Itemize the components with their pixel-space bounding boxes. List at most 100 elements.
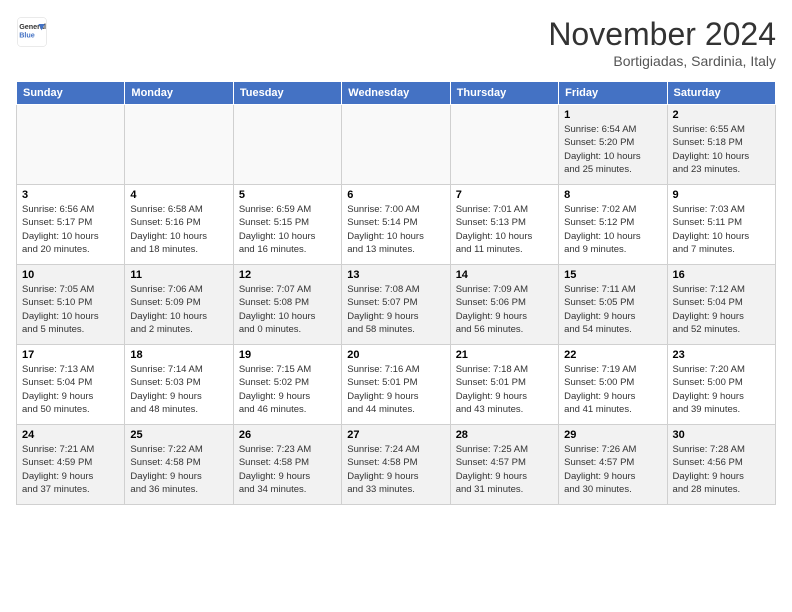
day-info: Sunrise: 6:56 AM Sunset: 5:17 PM Dayligh… bbox=[22, 203, 119, 256]
day-number: 7 bbox=[456, 189, 553, 201]
day-number: 23 bbox=[673, 349, 770, 361]
calendar-cell bbox=[450, 105, 558, 185]
day-number: 19 bbox=[239, 349, 336, 361]
day-number: 2 bbox=[673, 109, 770, 121]
day-number: 3 bbox=[22, 189, 119, 201]
calendar-cell: 15 Sunrise: 7:11 AM Sunset: 5:05 PM Dayli… bbox=[559, 265, 667, 345]
calendar-cell: 25 Sunrise: 7:22 AM Sunset: 4:58 PM Dayli… bbox=[125, 425, 233, 505]
calendar-cell: 30 Sunrise: 7:28 AM Sunset: 4:56 PM Dayli… bbox=[667, 425, 775, 505]
calendar-table: SundayMondayTuesdayWednesdayThursdayFrid… bbox=[16, 81, 776, 505]
day-info: Sunrise: 7:16 AM Sunset: 5:01 PM Dayligh… bbox=[347, 363, 444, 416]
weekday-header-sunday: Sunday bbox=[17, 82, 125, 105]
calendar-cell: 27Sunrise: 7:24 AM Sunset: 4:58 PM Dayli… bbox=[342, 425, 450, 505]
calendar-cell bbox=[342, 105, 450, 185]
day-number: 17 bbox=[22, 349, 119, 361]
calendar-cell: 8 Sunrise: 7:02 AM Sunset: 5:12 PM Daylig… bbox=[559, 185, 667, 265]
logo-icon: General Blue bbox=[16, 16, 48, 48]
day-number: 28 bbox=[456, 429, 553, 441]
calendar-cell: 17 Sunrise: 7:13 AM Sunset: 5:04 PM Dayli… bbox=[17, 345, 125, 425]
day-number: 15 bbox=[564, 269, 661, 281]
weekday-header-wednesday: Wednesday bbox=[342, 82, 450, 105]
calendar-cell bbox=[233, 105, 341, 185]
calendar-cell: 16Sunrise: 7:12 AM Sunset: 5:04 PM Dayli… bbox=[667, 265, 775, 345]
day-number: 24 bbox=[22, 429, 119, 441]
day-info: Sunrise: 7:00 AM Sunset: 5:14 PM Dayligh… bbox=[347, 203, 444, 256]
calendar-week-row: 1Sunrise: 6:54 AM Sunset: 5:20 PM Daylig… bbox=[17, 105, 776, 185]
day-info: Sunrise: 7:20 AM Sunset: 5:00 PM Dayligh… bbox=[673, 363, 770, 416]
day-info: Sunrise: 7:11 AM Sunset: 5:05 PM Dayligh… bbox=[564, 283, 661, 336]
day-number: 13 bbox=[347, 269, 444, 281]
calendar-week-row: 3 Sunrise: 6:56 AM Sunset: 5:17 PM Daylig… bbox=[17, 185, 776, 265]
day-number: 22 bbox=[564, 349, 661, 361]
calendar-cell bbox=[125, 105, 233, 185]
weekday-header-friday: Friday bbox=[559, 82, 667, 105]
day-info: Sunrise: 6:55 AM Sunset: 5:18 PM Dayligh… bbox=[673, 123, 770, 176]
day-number: 29 bbox=[564, 429, 661, 441]
title-block: November 2024 Bortigiadas, Sardinia, Ita… bbox=[548, 16, 776, 69]
day-info: Sunrise: 7:28 AM Sunset: 4:56 PM Dayligh… bbox=[673, 443, 770, 496]
calendar-cell: 7 Sunrise: 7:01 AM Sunset: 5:13 PM Daylig… bbox=[450, 185, 558, 265]
day-number: 18 bbox=[130, 349, 227, 361]
day-info: Sunrise: 7:26 AM Sunset: 4:57 PM Dayligh… bbox=[564, 443, 661, 496]
day-number: 10 bbox=[22, 269, 119, 281]
weekday-header-row: SundayMondayTuesdayWednesdayThursdayFrid… bbox=[17, 82, 776, 105]
day-number: 25 bbox=[130, 429, 227, 441]
day-info: Sunrise: 6:58 AM Sunset: 5:16 PM Dayligh… bbox=[130, 203, 227, 256]
calendar-cell: 2 Sunrise: 6:55 AM Sunset: 5:18 PM Daylig… bbox=[667, 105, 775, 185]
day-info: Sunrise: 6:59 AM Sunset: 5:15 PM Dayligh… bbox=[239, 203, 336, 256]
calendar-cell: 21 Sunrise: 7:18 AM Sunset: 5:01 PM Dayli… bbox=[450, 345, 558, 425]
calendar-week-row: 10Sunrise: 7:05 AM Sunset: 5:10 PM Dayli… bbox=[17, 265, 776, 345]
day-info: Sunrise: 7:15 AM Sunset: 5:02 PM Dayligh… bbox=[239, 363, 336, 416]
calendar-week-row: 24 Sunrise: 7:21 AM Sunset: 4:59 PM Dayli… bbox=[17, 425, 776, 505]
calendar-cell: 11 Sunrise: 7:06 AM Sunset: 5:09 PM Dayli… bbox=[125, 265, 233, 345]
calendar-cell: 26 Sunrise: 7:23 AM Sunset: 4:58 PM Dayli… bbox=[233, 425, 341, 505]
day-info: Sunrise: 7:23 AM Sunset: 4:58 PM Dayligh… bbox=[239, 443, 336, 496]
calendar-cell: 10Sunrise: 7:05 AM Sunset: 5:10 PM Dayli… bbox=[17, 265, 125, 345]
day-number: 6 bbox=[347, 189, 444, 201]
day-info: Sunrise: 7:14 AM Sunset: 5:03 PM Dayligh… bbox=[130, 363, 227, 416]
day-info: Sunrise: 7:22 AM Sunset: 4:58 PM Dayligh… bbox=[130, 443, 227, 496]
day-info: Sunrise: 7:18 AM Sunset: 5:01 PM Dayligh… bbox=[456, 363, 553, 416]
calendar-cell bbox=[17, 105, 125, 185]
day-info: Sunrise: 7:01 AM Sunset: 5:13 PM Dayligh… bbox=[456, 203, 553, 256]
calendar-week-row: 17 Sunrise: 7:13 AM Sunset: 5:04 PM Dayli… bbox=[17, 345, 776, 425]
day-number: 26 bbox=[239, 429, 336, 441]
calendar-cell: 29 Sunrise: 7:26 AM Sunset: 4:57 PM Dayli… bbox=[559, 425, 667, 505]
calendar-cell: 9 Sunrise: 7:03 AM Sunset: 5:11 PM Daylig… bbox=[667, 185, 775, 265]
calendar-cell: 18 Sunrise: 7:14 AM Sunset: 5:03 PM Dayli… bbox=[125, 345, 233, 425]
day-info: Sunrise: 7:09 AM Sunset: 5:06 PM Dayligh… bbox=[456, 283, 553, 336]
day-number: 21 bbox=[456, 349, 553, 361]
day-info: Sunrise: 7:13 AM Sunset: 5:04 PM Dayligh… bbox=[22, 363, 119, 416]
location: Bortigiadas, Sardinia, Italy bbox=[548, 53, 776, 69]
day-info: Sunrise: 7:07 AM Sunset: 5:08 PM Dayligh… bbox=[239, 283, 336, 336]
day-number: 11 bbox=[130, 269, 227, 281]
day-info: Sunrise: 7:03 AM Sunset: 5:11 PM Dayligh… bbox=[673, 203, 770, 256]
day-number: 20 bbox=[347, 349, 444, 361]
day-info: Sunrise: 7:24 AM Sunset: 4:58 PM Dayligh… bbox=[347, 443, 444, 496]
calendar-cell: 19 Sunrise: 7:15 AM Sunset: 5:02 PM Dayli… bbox=[233, 345, 341, 425]
calendar-cell: 4Sunrise: 6:58 AM Sunset: 5:16 PM Daylig… bbox=[125, 185, 233, 265]
calendar-cell: 22Sunrise: 7:19 AM Sunset: 5:00 PM Dayli… bbox=[559, 345, 667, 425]
day-info: Sunrise: 7:12 AM Sunset: 5:04 PM Dayligh… bbox=[673, 283, 770, 336]
calendar-cell: 23 Sunrise: 7:20 AM Sunset: 5:00 PM Dayli… bbox=[667, 345, 775, 425]
day-info: Sunrise: 7:02 AM Sunset: 5:12 PM Dayligh… bbox=[564, 203, 661, 256]
day-number: 14 bbox=[456, 269, 553, 281]
logo: General Blue bbox=[16, 16, 48, 48]
calendar-cell: 20 Sunrise: 7:16 AM Sunset: 5:01 PM Dayli… bbox=[342, 345, 450, 425]
calendar-cell: 28Sunrise: 7:25 AM Sunset: 4:57 PM Dayli… bbox=[450, 425, 558, 505]
calendar-cell: 3 Sunrise: 6:56 AM Sunset: 5:17 PM Daylig… bbox=[17, 185, 125, 265]
calendar-cell: 1Sunrise: 6:54 AM Sunset: 5:20 PM Daylig… bbox=[559, 105, 667, 185]
day-info: Sunrise: 7:06 AM Sunset: 5:09 PM Dayligh… bbox=[130, 283, 227, 336]
calendar-cell: 24 Sunrise: 7:21 AM Sunset: 4:59 PM Dayli… bbox=[17, 425, 125, 505]
calendar-cell: 5Sunrise: 6:59 AM Sunset: 5:15 PM Daylig… bbox=[233, 185, 341, 265]
calendar-cell: 13 Sunrise: 7:08 AM Sunset: 5:07 PM Dayli… bbox=[342, 265, 450, 345]
day-info: Sunrise: 7:08 AM Sunset: 5:07 PM Dayligh… bbox=[347, 283, 444, 336]
day-number: 9 bbox=[673, 189, 770, 201]
day-info: Sunrise: 7:21 AM Sunset: 4:59 PM Dayligh… bbox=[22, 443, 119, 496]
weekday-header-saturday: Saturday bbox=[667, 82, 775, 105]
calendar-cell: 12Sunrise: 7:07 AM Sunset: 5:08 PM Dayli… bbox=[233, 265, 341, 345]
day-number: 8 bbox=[564, 189, 661, 201]
day-number: 30 bbox=[673, 429, 770, 441]
weekday-header-tuesday: Tuesday bbox=[233, 82, 341, 105]
day-number: 1 bbox=[564, 109, 661, 121]
